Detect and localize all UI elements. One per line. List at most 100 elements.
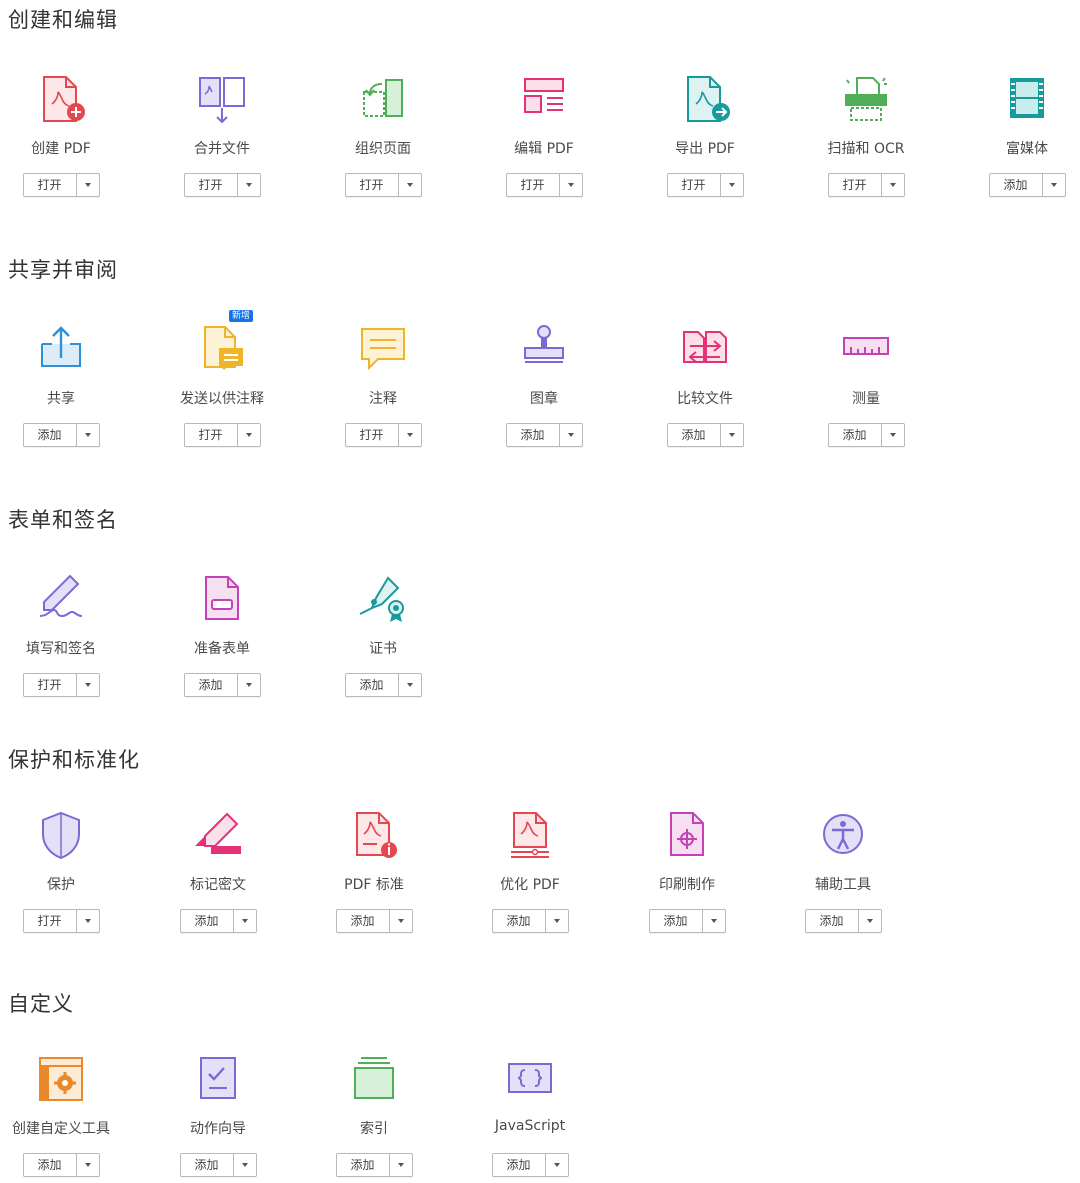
dropdown-arrow-icon[interactable] bbox=[238, 674, 260, 696]
add-split-button[interactable]: 添加 bbox=[988, 173, 1066, 197]
add-button[interactable]: 添加 bbox=[493, 910, 546, 932]
add-button[interactable]: 添加 bbox=[668, 424, 721, 446]
tool-rich-media[interactable]: 富媒体 添加 bbox=[952, 74, 1080, 197]
add-split-button[interactable]: 添加 bbox=[505, 423, 583, 447]
add-button[interactable]: 添加 bbox=[650, 910, 703, 932]
dropdown-arrow-icon[interactable] bbox=[399, 424, 421, 446]
tool-share[interactable]: 共享 添加 bbox=[0, 324, 136, 447]
add-split-button[interactable]: 添加 bbox=[179, 1153, 257, 1177]
add-split-button[interactable]: 添加 bbox=[183, 673, 261, 697]
add-button[interactable]: 添加 bbox=[337, 910, 390, 932]
add-split-button[interactable]: 添加 bbox=[491, 1153, 569, 1177]
open-split-button[interactable]: 打开 bbox=[22, 673, 100, 697]
tool-edit-pdf[interactable]: 编辑 PDF 打开 bbox=[469, 74, 619, 197]
dropdown-arrow-icon[interactable] bbox=[238, 424, 260, 446]
dropdown-arrow-icon[interactable] bbox=[238, 174, 260, 196]
tool-protect[interactable]: 保护 打开 bbox=[0, 810, 136, 933]
open-button[interactable]: 打开 bbox=[668, 174, 721, 196]
add-split-button[interactable]: 添加 bbox=[335, 1153, 413, 1177]
open-button[interactable]: 打开 bbox=[829, 174, 882, 196]
open-button[interactable]: 打开 bbox=[185, 424, 238, 446]
open-split-button[interactable]: 打开 bbox=[505, 173, 583, 197]
open-button[interactable]: 打开 bbox=[346, 174, 399, 196]
open-button[interactable]: 打开 bbox=[346, 424, 399, 446]
add-button[interactable]: 添加 bbox=[507, 424, 560, 446]
open-split-button[interactable]: 打开 bbox=[827, 173, 905, 197]
tool-scan-ocr[interactable]: 扫描和 OCR 打开 bbox=[791, 74, 941, 197]
tool-pdf-standards[interactable]: PDF 标准 添加 bbox=[299, 810, 449, 933]
dropdown-arrow-icon[interactable] bbox=[721, 424, 743, 446]
add-split-button[interactable]: 添加 bbox=[804, 909, 882, 933]
add-button[interactable]: 添加 bbox=[24, 1154, 77, 1176]
tool-optimize-pdf[interactable]: 优化 PDF 添加 bbox=[455, 810, 605, 933]
add-split-button[interactable]: 添加 bbox=[827, 423, 905, 447]
dropdown-arrow-icon[interactable] bbox=[859, 910, 881, 932]
add-split-button[interactable]: 添加 bbox=[344, 673, 422, 697]
open-split-button[interactable]: 打开 bbox=[183, 173, 261, 197]
add-split-button[interactable]: 添加 bbox=[335, 909, 413, 933]
tool-javascript[interactable]: JavaScript 添加 bbox=[455, 1054, 605, 1177]
dropdown-arrow-icon[interactable] bbox=[77, 674, 99, 696]
add-button[interactable]: 添加 bbox=[24, 424, 77, 446]
tool-comment[interactable]: 注释 打开 bbox=[308, 324, 458, 447]
tool-prepare-form[interactable]: 准备表单 添加 bbox=[147, 574, 297, 697]
tool-action-wizard[interactable]: 动作向导 添加 bbox=[143, 1054, 293, 1177]
dropdown-arrow-icon[interactable] bbox=[390, 910, 412, 932]
add-button[interactable]: 添加 bbox=[181, 1154, 234, 1176]
dropdown-arrow-icon[interactable] bbox=[560, 424, 582, 446]
tool-accessibility[interactable]: 辅助工具 添加 bbox=[768, 810, 918, 933]
dropdown-arrow-icon[interactable] bbox=[882, 174, 904, 196]
add-split-button[interactable]: 添加 bbox=[666, 423, 744, 447]
add-split-button[interactable]: 添加 bbox=[22, 423, 100, 447]
open-button[interactable]: 打开 bbox=[185, 174, 238, 196]
tool-redact[interactable]: 标记密文 添加 bbox=[143, 810, 293, 933]
add-split-button[interactable]: 添加 bbox=[648, 909, 726, 933]
tool-export-pdf[interactable]: 导出 PDF 打开 bbox=[630, 74, 780, 197]
open-split-button[interactable]: 打开 bbox=[666, 173, 744, 197]
dropdown-arrow-icon[interactable] bbox=[390, 1154, 412, 1176]
open-split-button[interactable]: 打开 bbox=[344, 173, 422, 197]
dropdown-arrow-icon[interactable] bbox=[234, 1154, 256, 1176]
add-split-button[interactable]: 添加 bbox=[179, 909, 257, 933]
tool-send-for-comment[interactable]: 新增 发送以供注释 打开 bbox=[147, 310, 297, 447]
tool-combine-files[interactable]: 合并文件 打开 bbox=[147, 74, 297, 197]
tool-certificates[interactable]: 证书 添加 bbox=[308, 574, 458, 697]
dropdown-arrow-icon[interactable] bbox=[1043, 174, 1065, 196]
open-split-button[interactable]: 打开 bbox=[344, 423, 422, 447]
tool-stamp[interactable]: 图章 添加 bbox=[469, 324, 619, 447]
add-button[interactable]: 添加 bbox=[346, 674, 399, 696]
dropdown-arrow-icon[interactable] bbox=[77, 174, 99, 196]
dropdown-arrow-icon[interactable] bbox=[882, 424, 904, 446]
dropdown-arrow-icon[interactable] bbox=[560, 174, 582, 196]
tool-create-custom-tool[interactable]: 创建自定义工具 添加 bbox=[0, 1054, 136, 1177]
dropdown-arrow-icon[interactable] bbox=[546, 910, 568, 932]
dropdown-arrow-icon[interactable] bbox=[399, 674, 421, 696]
open-button[interactable]: 打开 bbox=[24, 174, 77, 196]
open-split-button[interactable]: 打开 bbox=[22, 909, 100, 933]
add-button[interactable]: 添加 bbox=[337, 1154, 390, 1176]
open-button[interactable]: 打开 bbox=[24, 674, 77, 696]
add-split-button[interactable]: 添加 bbox=[22, 1153, 100, 1177]
dropdown-arrow-icon[interactable] bbox=[721, 174, 743, 196]
tool-organize-pages[interactable]: 组织页面 打开 bbox=[308, 74, 458, 197]
dropdown-arrow-icon[interactable] bbox=[234, 910, 256, 932]
tool-compare-files[interactable]: 比较文件 添加 bbox=[630, 324, 780, 447]
tool-measure[interactable]: 测量 添加 bbox=[791, 324, 941, 447]
dropdown-arrow-icon[interactable] bbox=[77, 424, 99, 446]
add-button[interactable]: 添加 bbox=[829, 424, 882, 446]
tool-create-pdf[interactable]: 创建 PDF 打开 bbox=[0, 74, 136, 197]
dropdown-arrow-icon[interactable] bbox=[399, 174, 421, 196]
dropdown-arrow-icon[interactable] bbox=[546, 1154, 568, 1176]
add-button[interactable]: 添加 bbox=[990, 174, 1043, 196]
tool-index[interactable]: 索引 添加 bbox=[299, 1054, 449, 1177]
open-button[interactable]: 打开 bbox=[507, 174, 560, 196]
tool-fill-sign[interactable]: 填写和签名 打开 bbox=[0, 574, 136, 697]
dropdown-arrow-icon[interactable] bbox=[703, 910, 725, 932]
dropdown-arrow-icon[interactable] bbox=[77, 1154, 99, 1176]
add-button[interactable]: 添加 bbox=[181, 910, 234, 932]
tool-print-production[interactable]: 印刷制作 添加 bbox=[612, 810, 762, 933]
dropdown-arrow-icon[interactable] bbox=[77, 910, 99, 932]
add-button[interactable]: 添加 bbox=[493, 1154, 546, 1176]
add-button[interactable]: 添加 bbox=[185, 674, 238, 696]
open-button[interactable]: 打开 bbox=[24, 910, 77, 932]
